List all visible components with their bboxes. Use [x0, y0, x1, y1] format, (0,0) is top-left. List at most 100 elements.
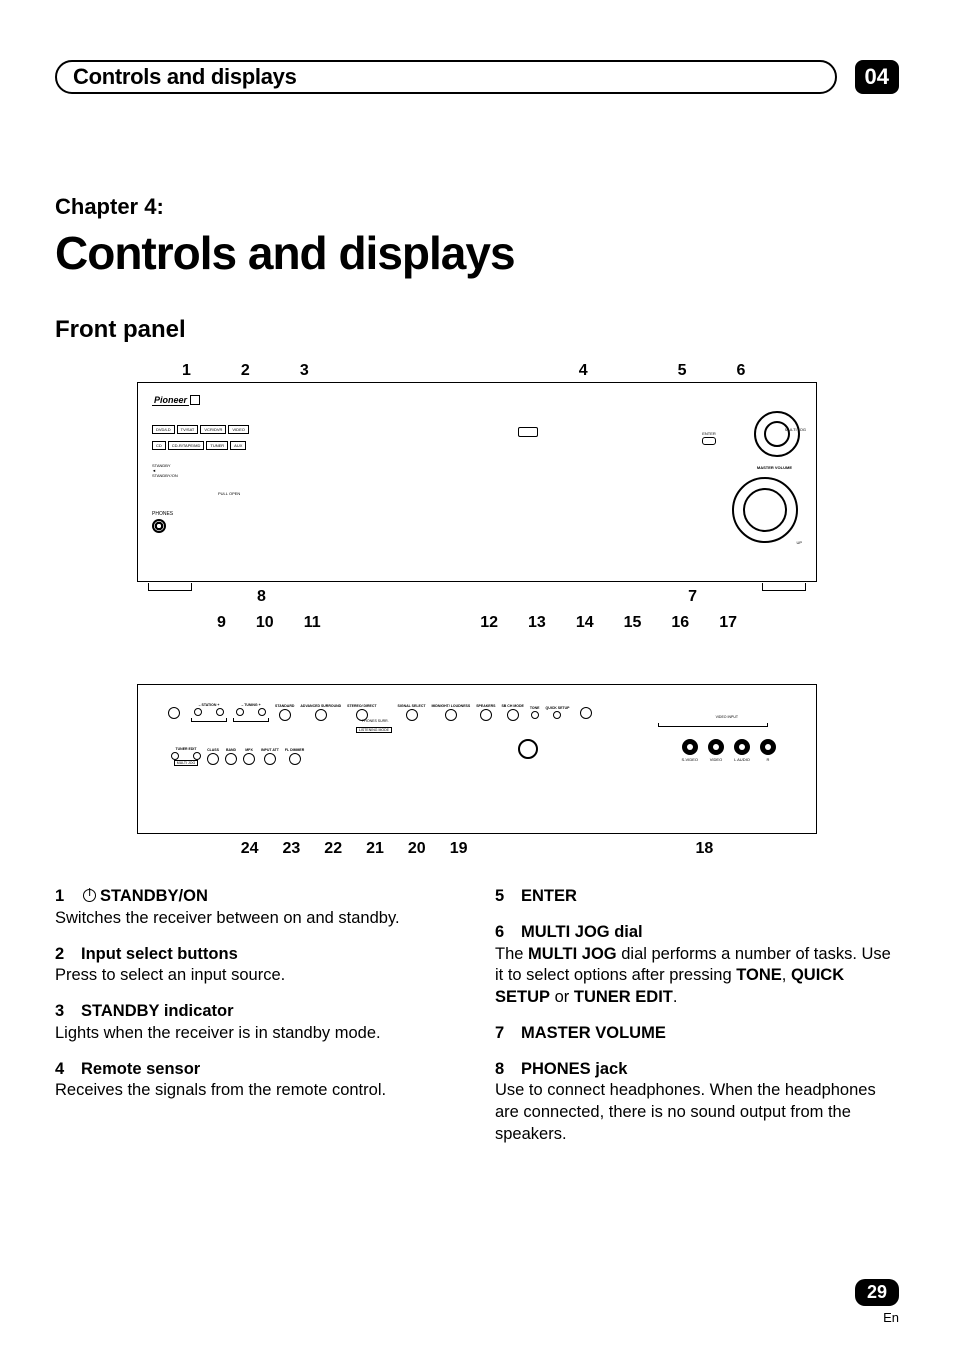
station-label: – STATION + [199, 703, 220, 707]
band-knob-icon [225, 753, 237, 765]
callout-17: 17 [719, 614, 737, 632]
enter-label: ENTER [702, 431, 716, 436]
adv-surround-label: ADVANCED SURROUND [300, 704, 341, 708]
desc-1-body: Switches the receiver between on and sta… [55, 908, 459, 930]
knob-row-top: – STATION + – TUNING + STANDARD ADVANCED… [168, 703, 786, 722]
svideo-jack-icon [682, 739, 698, 755]
desc-2-body: Press to select an input source. [55, 965, 459, 987]
standby-on-label: STANDBY/ON [152, 473, 178, 478]
input-att-knob-icon [264, 753, 276, 765]
desc-col-right: 5ENTER 6MULTI JOG dial The MULTI JOG dia… [495, 886, 899, 1160]
device-top-panel: Pioneer DVD/LD TV/SAT VCR/DVR VIDEO CD C… [137, 382, 817, 582]
sbch-label: SB CH MODE [501, 704, 523, 708]
page: Controls and displays 04 Chapter 4: Cont… [0, 0, 954, 1355]
desc-item-8: 8PHONES jack Use to connect headphones. … [495, 1059, 899, 1146]
desc-4-body: Receives the signals from the remote con… [55, 1080, 459, 1102]
language-label: En [883, 1310, 899, 1325]
input-buttons-row1: DVD/LD TV/SAT VCR/DVR VIDEO [152, 425, 249, 434]
callout-15: 15 [624, 614, 642, 632]
callouts-mid: 8 7 [157, 588, 797, 606]
input-vcr: VCR/DVR [200, 425, 226, 434]
foot-right-icon [762, 583, 806, 591]
fl-dimmer-label: FL DIMMER [285, 748, 304, 752]
callout-24: 24 [241, 840, 259, 858]
video-jack-label: VIDEO [710, 757, 722, 762]
chapter-title: Controls and displays [55, 226, 899, 280]
callout-13: 13 [528, 614, 546, 632]
enter-cap-icon [702, 437, 716, 445]
standard-knob-icon [279, 709, 291, 721]
desc-8-body: Use to connect headphones. When the head… [495, 1080, 899, 1145]
master-volume-label: MASTER VOLUME [757, 465, 792, 470]
input-buttons-row2: CD CD-R/TAPE/MD TUNER AUX [152, 441, 246, 450]
desc-item-1: 1STANDBY/ON Switches the receiver betwee… [55, 886, 459, 930]
listening-mode-label: LISTENING MODE [356, 727, 392, 733]
tuning-minus-icon [236, 708, 244, 716]
phones-jack-icon [152, 519, 166, 533]
signal-select-knob-icon [406, 709, 418, 721]
callout-2: 2 [241, 362, 250, 380]
fl-dimmer-knob-icon [289, 753, 301, 765]
callout-21: 21 [366, 840, 384, 858]
tone-knob-icon [531, 711, 539, 719]
video-input-jacks: S-VIDEO VIDEO L AUDIO R [682, 739, 776, 762]
desc-6-title: MULTI JOG dial [521, 923, 643, 941]
logo-mark-icon [190, 395, 200, 405]
audio-r-jack-icon [760, 739, 776, 755]
input-cd: CD [152, 441, 166, 450]
signal-select-label: SIGNAL SELECT [398, 704, 426, 708]
callout-9: 9 [217, 614, 226, 632]
callout-22: 22 [324, 840, 342, 858]
desc-5-title: ENTER [521, 887, 577, 905]
callout-16: 16 [671, 614, 689, 632]
station-minus-icon [194, 708, 202, 716]
standby-area: STANDBY ◄ STANDBY/ON [152, 463, 178, 478]
callout-3: 3 [300, 362, 309, 380]
section-front-panel: Front panel [55, 316, 899, 344]
speakers-knob-icon [480, 709, 492, 721]
tuner-edit-label: TUNER EDIT [176, 747, 197, 751]
header-pill: Controls and displays [55, 60, 837, 94]
callout-4: 4 [579, 362, 588, 380]
multi-jog-box-label: MULTI JOG [174, 760, 198, 766]
video-input-bracket-icon [658, 723, 768, 727]
enter-button-area: ENTER [702, 431, 716, 445]
input-video: VIDEO [228, 425, 248, 434]
desc-3-title: STANDBY indicator [81, 1002, 234, 1020]
phones-surr-label: PHONES SURR. [362, 719, 389, 723]
multi-jog-dial-icon [754, 411, 800, 457]
desc-6-body: The MULTI JOG dial performs a number of … [495, 944, 899, 1009]
band-label: BAND [226, 748, 236, 752]
callout-8: 8 [257, 588, 266, 606]
vol-up-label: UP [796, 540, 802, 545]
class-label: CLASS [207, 748, 219, 752]
callout-1: 1 [182, 362, 191, 380]
mpx-label: MPX [245, 748, 253, 752]
audio-l-jack-icon [734, 739, 750, 755]
midnight-knob-icon [445, 709, 457, 721]
desc-item-6: 6MULTI JOG dial The MULTI JOG dial perfo… [495, 922, 899, 1009]
callout-14: 14 [576, 614, 594, 632]
diagram: 1 2 3 4 5 6 Pioneer DVD/LD TV/SAT VCR/DV… [55, 362, 899, 858]
adv-surround-knob-icon [315, 709, 327, 721]
svideo-jack-label: S-VIDEO [682, 757, 698, 762]
header-row: Controls and displays 04 [55, 60, 899, 94]
callouts-bottom: 24 23 22 21 20 19 18 [217, 840, 737, 858]
pull-open-label: PULL OPEN [218, 491, 240, 496]
tuner-edit-b-icon [193, 752, 201, 760]
quick-setup-knob-icon [553, 711, 561, 719]
page-number-badge: 29 [855, 1279, 899, 1306]
desc-item-2: 2Input select buttons Press to select an… [55, 944, 459, 988]
input-aux: AUX [230, 441, 246, 450]
stereo-direct-label: STEREO/ DIRECT [347, 704, 376, 708]
power-icon [83, 889, 96, 902]
desc-8-title: PHONES jack [521, 1060, 627, 1078]
callout-20: 20 [408, 840, 426, 858]
callout-11: 11 [304, 614, 321, 632]
master-volume-dial-icon [732, 477, 798, 543]
video-jack-icon [708, 739, 724, 755]
desc-item-4: 4Remote sensor Receives the signals from… [55, 1059, 459, 1103]
device-bottom-panel: – STATION + – TUNING + STANDARD ADVANCED… [137, 684, 817, 834]
phones-area: PHONES [152, 511, 173, 533]
callout-18: 18 [695, 840, 713, 858]
